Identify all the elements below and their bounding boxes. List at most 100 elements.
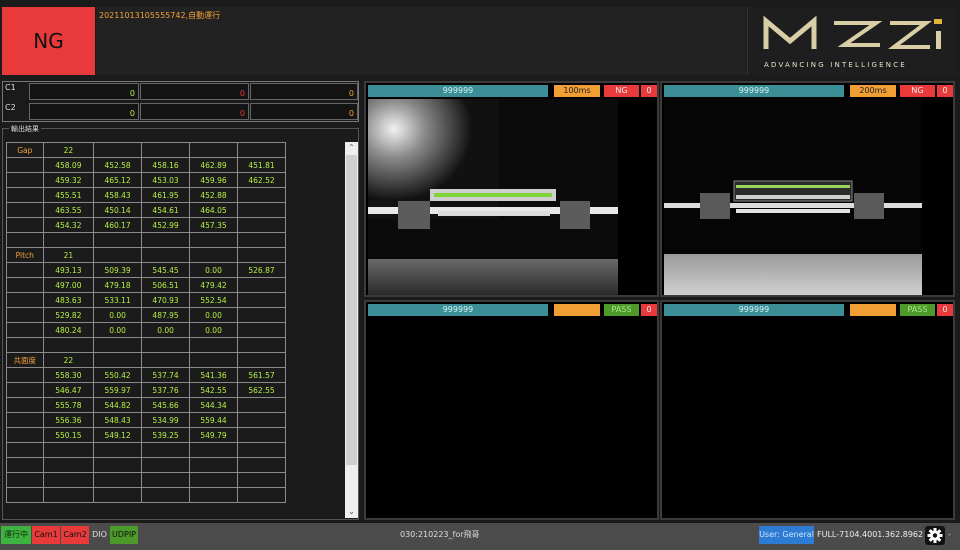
value-cell xyxy=(189,352,238,368)
value-cell xyxy=(237,472,286,488)
table-row xyxy=(6,337,286,353)
camera-header: 999999 100ms NG 0 xyxy=(368,85,657,97)
value-cell: 526.87 xyxy=(237,262,286,278)
value-cell xyxy=(237,247,286,263)
table-row xyxy=(6,472,286,488)
status-badge: UDPIP xyxy=(110,526,138,544)
table-row xyxy=(6,232,286,248)
results-table: Gap 22 458.09 452.58 458.16 462.89 451.81 459.3… xyxy=(6,142,286,503)
status-bar: 運行中 Cam1 Cam2 DIO UDPIP 030:210223_for飛哥 Use… xyxy=(0,523,960,550)
settings-button[interactable] xyxy=(925,526,945,545)
row-label-cell xyxy=(6,427,44,443)
scroll-up-icon[interactable]: ⌃ xyxy=(345,142,358,154)
value-cell xyxy=(237,217,286,233)
value-cell xyxy=(237,307,286,323)
value-cell: 539.25 xyxy=(141,427,191,443)
value-cell: 534.99 xyxy=(141,412,191,428)
row-label-cell xyxy=(6,202,44,218)
value-cell: 550.42 xyxy=(93,367,143,383)
value-cell xyxy=(141,457,191,473)
row-label-cell xyxy=(6,472,44,488)
value-cell: 0.00 xyxy=(189,262,238,278)
value-cell: 451.81 xyxy=(237,157,286,173)
scroll-thumb[interactable] xyxy=(346,155,357,465)
value-cell: 537.76 xyxy=(141,382,191,398)
camera-result: NG xyxy=(604,85,639,97)
value-cell xyxy=(237,187,286,203)
value-cell: 459.96 xyxy=(189,172,238,188)
value-cell: 458.16 xyxy=(141,157,191,173)
value-cell xyxy=(141,142,191,158)
value-cell: 548.43 xyxy=(93,412,143,428)
value-cell: 463.55 xyxy=(42,202,95,218)
table-row: 558.30 550.42 537.74 541.36 561.57 xyxy=(6,367,286,383)
value-cell: 0.00 xyxy=(93,322,143,338)
counter-value: 0 xyxy=(239,89,245,98)
camera-count: 0 xyxy=(641,304,657,316)
value-cell: 556.36 xyxy=(42,412,95,428)
camera-result: PASS xyxy=(900,304,935,316)
value-cell: 561.57 xyxy=(237,367,286,383)
value-cell xyxy=(93,472,143,488)
value-cell: 465.12 xyxy=(93,172,143,188)
results-table-wrap[interactable]: Gap 22 458.09 452.58 458.16 462.89 451.81 459.3… xyxy=(6,142,286,503)
results-scrollbar[interactable]: ⌃ ⌄ xyxy=(345,142,358,518)
value-cell xyxy=(189,487,238,503)
status-badge: 運行中 xyxy=(1,526,31,544)
recipe-file-label: 030:210223_for飛哥 xyxy=(400,530,480,539)
table-row: 458.09 452.58 458.16 462.89 451.81 xyxy=(6,157,286,173)
camera-panel-3[interactable]: 999999 PASS 0 xyxy=(364,300,659,520)
footer-dash: - xyxy=(948,530,951,539)
value-cell: 544.82 xyxy=(93,397,143,413)
value-cell xyxy=(237,442,286,458)
row-label-cell xyxy=(6,457,44,473)
value-cell: 450.14 xyxy=(93,202,143,218)
table-row: 555.78 544.82 545.66 544.34 xyxy=(6,397,286,413)
camera-panel-2[interactable]: 999999 200ms NG 0 xyxy=(660,81,955,297)
counter-row-c1: C1 0 0 0 xyxy=(3,82,358,101)
table-row xyxy=(6,442,286,458)
camera-count: 0 xyxy=(641,85,657,97)
scroll-down-icon[interactable]: ⌄ xyxy=(345,506,358,518)
value-cell xyxy=(42,457,95,473)
camera-panel-4[interactable]: 999999 PASS 0 xyxy=(660,300,955,520)
value-cell xyxy=(93,142,143,158)
row-label-cell xyxy=(6,262,44,278)
row-label-cell xyxy=(6,487,44,503)
table-row: 556.36 548.43 534.99 559.44 xyxy=(6,412,286,428)
table-row xyxy=(6,457,286,473)
status-badge: Cam1 xyxy=(32,526,60,544)
row-label-cell: 共面度 xyxy=(6,352,44,368)
value-cell: 497.00 xyxy=(42,277,95,293)
row-label-cell xyxy=(6,337,44,353)
camera-header: 999999 PASS 0 xyxy=(664,304,953,316)
value-cell: 0.00 xyxy=(93,307,143,323)
value-cell xyxy=(42,442,95,458)
value-cell: 529.82 xyxy=(42,307,95,323)
camera-name: 999999 xyxy=(368,85,548,97)
row-label-cell xyxy=(6,277,44,293)
value-cell xyxy=(237,427,286,443)
value-cell: 549.79 xyxy=(189,427,238,443)
camera-panel-1[interactable]: 999999 100ms NG 0 xyxy=(364,81,659,297)
value-cell: 549.12 xyxy=(93,427,143,443)
value-cell xyxy=(93,442,143,458)
table-row: 454.32 460.17 452.99 457.35 xyxy=(6,217,286,233)
table-row: 459.32 465.12 453.03 459.96 462.52 xyxy=(6,172,286,188)
counter-label: C1 xyxy=(5,83,16,92)
value-cell: 452.88 xyxy=(189,187,238,203)
value-cell: 509.39 xyxy=(93,262,143,278)
mszi-logo-icon xyxy=(763,15,942,49)
value-cell xyxy=(93,337,143,353)
camera-header: 999999 PASS 0 xyxy=(368,304,657,316)
value-cell: 0.00 xyxy=(189,307,238,323)
value-cell xyxy=(42,232,95,248)
value-cell xyxy=(237,487,286,503)
row-label-cell xyxy=(6,232,44,248)
value-cell xyxy=(93,352,143,368)
user-badge[interactable]: User: General xyxy=(759,526,814,544)
value-cell xyxy=(189,472,238,488)
value-cell: 506.51 xyxy=(141,277,191,293)
table-row: 483.63 533.11 470.93 552.54 xyxy=(6,292,286,308)
value-cell xyxy=(237,322,286,338)
